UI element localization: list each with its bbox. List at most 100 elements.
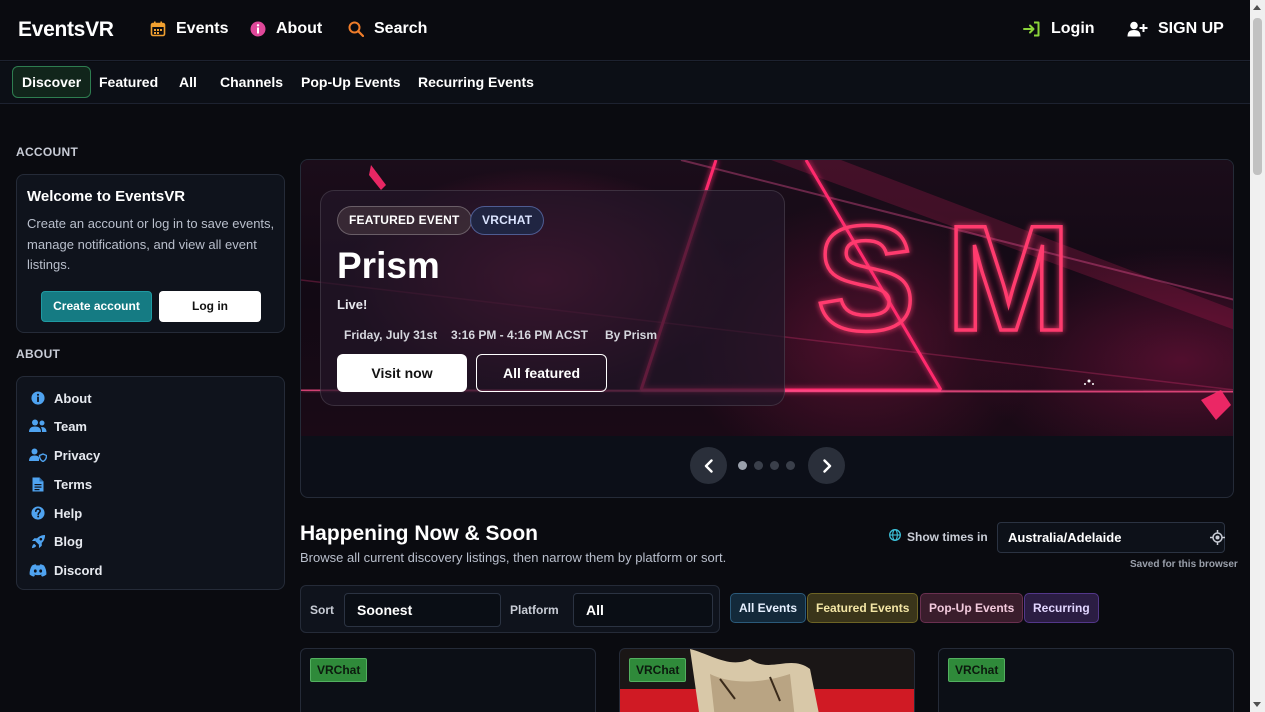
tab-recurring-events[interactable]: Recurring Events bbox=[409, 66, 543, 98]
banner-art-text: SM bbox=[816, 194, 1101, 362]
discover-tabs: Discover Featured All Channels Pop-Up Ev… bbox=[0, 62, 1250, 104]
carousel-prev-button[interactable] bbox=[690, 447, 727, 484]
rocket-icon bbox=[29, 533, 47, 549]
sidebar-item-privacy[interactable]: Privacy bbox=[29, 447, 100, 463]
sidebar-item-blog[interactable]: Blog bbox=[29, 533, 83, 549]
featured-event-panel: FEATURED EVENT VRCHAT Prism Live! Friday… bbox=[320, 190, 785, 406]
page-scrollbar[interactable] bbox=[1250, 0, 1265, 712]
chevron-left-icon bbox=[704, 458, 713, 473]
sidebar-item-label: Team bbox=[54, 418, 87, 434]
sidebar-item-label: Terms bbox=[54, 476, 93, 492]
event-date: Friday, July 31st bbox=[344, 328, 438, 342]
scrollbar-thumb[interactable] bbox=[1253, 18, 1262, 175]
sidebar-item-discord[interactable]: Discord bbox=[29, 562, 102, 578]
sidebar-item-about[interactable]: About bbox=[29, 390, 92, 406]
carousel-next-button[interactable] bbox=[808, 447, 845, 484]
nav-about[interactable]: About bbox=[250, 20, 322, 38]
about-links-card: About Team Privacy Terms Help Blog Disco… bbox=[16, 376, 285, 590]
nav-search[interactable]: Search bbox=[348, 20, 427, 38]
log-in-button[interactable]: Log in bbox=[159, 291, 261, 322]
chip-recurring[interactable]: Recurring bbox=[1024, 593, 1099, 623]
users-icon bbox=[29, 418, 47, 434]
all-featured-button[interactable]: All featured bbox=[476, 354, 607, 392]
scroll-down-arrow[interactable] bbox=[1253, 702, 1261, 707]
carousel-dot-2[interactable] bbox=[754, 461, 763, 470]
event-card[interactable]: VRChat bbox=[619, 648, 915, 712]
carousel-dot-4[interactable] bbox=[786, 461, 795, 470]
info-icon bbox=[29, 390, 47, 406]
sign-in-icon bbox=[1023, 21, 1041, 37]
chip-all-events[interactable]: All Events bbox=[730, 593, 807, 623]
featured-event-banner[interactable]: SM FEATURED EVENT VRCHAT Prism Live! Fri… bbox=[301, 160, 1233, 436]
platform-tag: VRChat bbox=[310, 658, 368, 682]
nav-login[interactable]: Login bbox=[1023, 20, 1095, 38]
timezone-input[interactable]: Australia/Adelaide bbox=[997, 522, 1225, 553]
search-icon bbox=[348, 21, 364, 37]
show-times-label: Show times in bbox=[889, 529, 988, 544]
discord-icon bbox=[29, 562, 47, 578]
sidebar-item-team[interactable]: Team bbox=[29, 418, 87, 434]
nav-search-label: Search bbox=[374, 20, 428, 37]
sidebar-item-label: Privacy bbox=[54, 447, 101, 463]
user-shield-icon bbox=[29, 447, 47, 463]
nav-login-label: Login bbox=[1051, 20, 1095, 37]
user-plus-icon bbox=[1127, 21, 1148, 37]
welcome-text: Create an account or log in to save even… bbox=[27, 216, 275, 272]
platform-tag: VRChat bbox=[629, 658, 687, 682]
sidebar-item-label: About bbox=[54, 390, 92, 406]
platform-badge: VRCHAT bbox=[470, 206, 545, 235]
chip-featured-events[interactable]: Featured Events bbox=[807, 593, 919, 623]
event-status: Live! bbox=[337, 297, 368, 312]
chip-pop-up-events[interactable]: Pop-Up Events bbox=[920, 593, 1024, 623]
nav-signup-label: SIGN UP bbox=[1158, 20, 1224, 37]
info-icon bbox=[250, 21, 266, 37]
tab-pop-up-events[interactable]: Pop-Up Events bbox=[292, 66, 410, 98]
featured-event-title: Prism bbox=[337, 245, 440, 286]
top-navigation: EventsVR Events About Search Login SIGN … bbox=[0, 0, 1250, 61]
calendar-icon bbox=[150, 21, 166, 37]
event-card[interactable]: VRChat bbox=[938, 648, 1234, 712]
section-subtitle: Browse all current discovery listings, t… bbox=[300, 550, 727, 565]
question-icon bbox=[29, 505, 47, 521]
nav-events-label: Events bbox=[176, 20, 229, 37]
event-host: By Prism bbox=[605, 328, 658, 342]
scroll-up-arrow[interactable] bbox=[1253, 5, 1261, 10]
carousel-dot-1[interactable] bbox=[738, 461, 747, 470]
document-icon bbox=[29, 476, 47, 492]
platform-select[interactable]: All bbox=[573, 593, 713, 627]
welcome-card: Welcome to EventsVR Create an account or… bbox=[16, 174, 285, 333]
featured-event-badge: FEATURED EVENT bbox=[337, 206, 472, 235]
locate-icon[interactable] bbox=[1210, 530, 1225, 550]
about-section-label: ABOUT bbox=[16, 347, 61, 361]
tab-all[interactable]: All bbox=[170, 66, 206, 98]
tab-channels[interactable]: Channels bbox=[211, 66, 292, 98]
platform-tag: VRChat bbox=[948, 658, 1006, 682]
chevron-right-icon bbox=[822, 458, 831, 473]
carousel-dot-3[interactable] bbox=[770, 461, 779, 470]
section-title: Happening Now & Soon bbox=[300, 522, 538, 545]
globe-icon bbox=[889, 529, 901, 544]
sidebar-item-label: Blog bbox=[54, 533, 83, 549]
nav-about-label: About bbox=[276, 20, 323, 37]
tab-featured[interactable]: Featured bbox=[90, 66, 167, 98]
visit-now-button[interactable]: Visit now bbox=[337, 354, 467, 392]
tab-discover[interactable]: Discover bbox=[12, 66, 92, 98]
event-card[interactable]: VRChat bbox=[300, 648, 596, 712]
create-account-button[interactable]: Create account bbox=[41, 291, 152, 322]
sidebar-item-label: Discord bbox=[54, 562, 103, 578]
show-times-text: Show times in bbox=[907, 529, 988, 544]
filter-bar: Sort Soonest Platform All bbox=[300, 585, 720, 633]
welcome-title: Welcome to EventsVR bbox=[27, 188, 186, 205]
brand-logo[interactable]: EventsVR bbox=[18, 18, 114, 42]
sort-label: Sort bbox=[310, 603, 334, 617]
event-time: 3:16 PM - 4:16 PM ACST bbox=[451, 328, 588, 342]
sort-select[interactable]: Soonest bbox=[344, 593, 501, 627]
sidebar-item-label: Help bbox=[54, 505, 83, 521]
nav-events[interactable]: Events bbox=[150, 20, 228, 38]
sidebar-item-terms[interactable]: Terms bbox=[29, 476, 92, 492]
sidebar-item-help[interactable]: Help bbox=[29, 505, 82, 521]
featured-carousel: SM FEATURED EVENT VRCHAT Prism Live! Fri… bbox=[300, 159, 1234, 498]
nav-signup[interactable]: SIGN UP bbox=[1127, 20, 1224, 38]
timezone-saved-note: Saved for this browser bbox=[1130, 559, 1238, 570]
account-section-label: ACCOUNT bbox=[16, 145, 79, 159]
